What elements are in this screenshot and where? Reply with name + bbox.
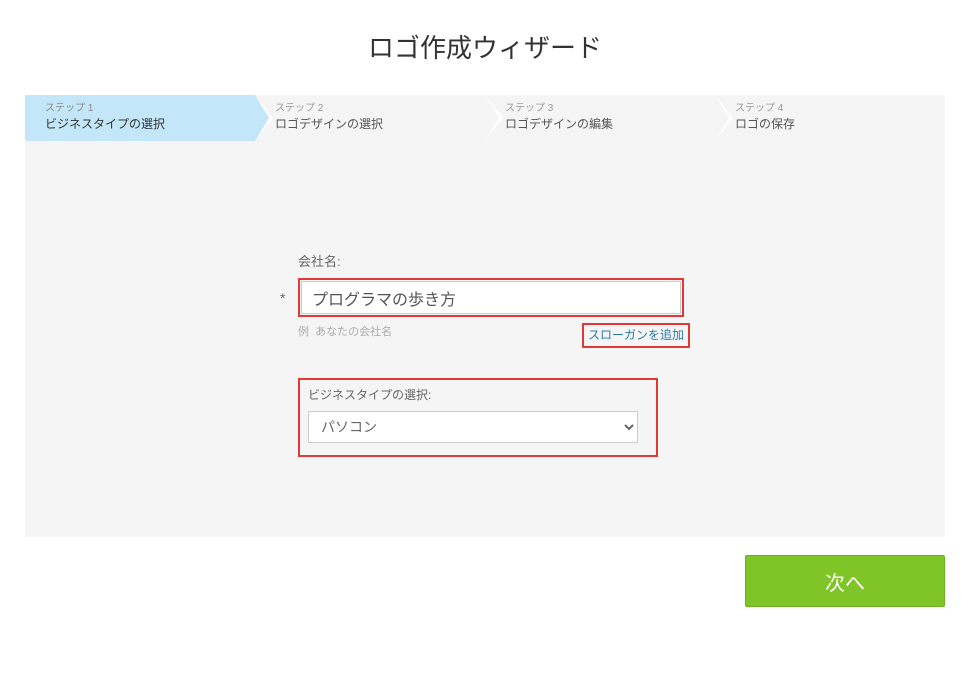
company-name-label: 会社名: bbox=[298, 251, 690, 270]
step-label: ロゴデザインの選択 bbox=[275, 116, 475, 133]
step-number: ステップ 4 bbox=[735, 102, 935, 116]
business-type-highlight: ビジネスタイプの選択: パソコン bbox=[298, 378, 658, 457]
next-button[interactable]: 次へ bbox=[745, 555, 945, 607]
step-progress: ステップ 1 ビジネスタイプの選択 ステップ 2 ロゴデザインの選択 ステップ … bbox=[25, 95, 945, 141]
slogan-link-highlight: スローガンを追加 bbox=[582, 323, 690, 348]
company-input-highlight bbox=[298, 278, 684, 317]
step-3: ステップ 3 ロゴデザインの編集 bbox=[485, 95, 715, 141]
step-4: ステップ 4 ロゴの保存 bbox=[715, 95, 945, 141]
step-label: ビジネスタイプの選択 bbox=[45, 116, 245, 133]
step-2: ステップ 2 ロゴデザインの選択 bbox=[255, 95, 485, 141]
business-type-select[interactable]: パソコン bbox=[308, 411, 638, 443]
example-hint: 例 あなたの会社名 bbox=[298, 323, 392, 339]
required-asterisk: * bbox=[280, 290, 290, 306]
page-title: ロゴ作成ウィザード bbox=[0, 0, 970, 95]
step-label: ロゴデザインの編集 bbox=[505, 116, 705, 133]
company-name-input[interactable] bbox=[301, 281, 681, 314]
step-1: ステップ 1 ビジネスタイプの選択 bbox=[25, 95, 255, 141]
step-number: ステップ 3 bbox=[505, 102, 705, 116]
add-slogan-link[interactable]: スローガンを追加 bbox=[588, 328, 684, 342]
business-type-label: ビジネスタイプの選択: bbox=[308, 386, 638, 403]
button-row: 次へ bbox=[25, 537, 945, 632]
form-panel: 会社名: * 例 あなたの会社名 スローガンを追加 ビジネスタイプの選択: パソ… bbox=[25, 141, 945, 537]
step-label: ロゴの保存 bbox=[735, 116, 935, 133]
step-number: ステップ 2 bbox=[275, 102, 475, 116]
step-number: ステップ 1 bbox=[45, 102, 245, 116]
